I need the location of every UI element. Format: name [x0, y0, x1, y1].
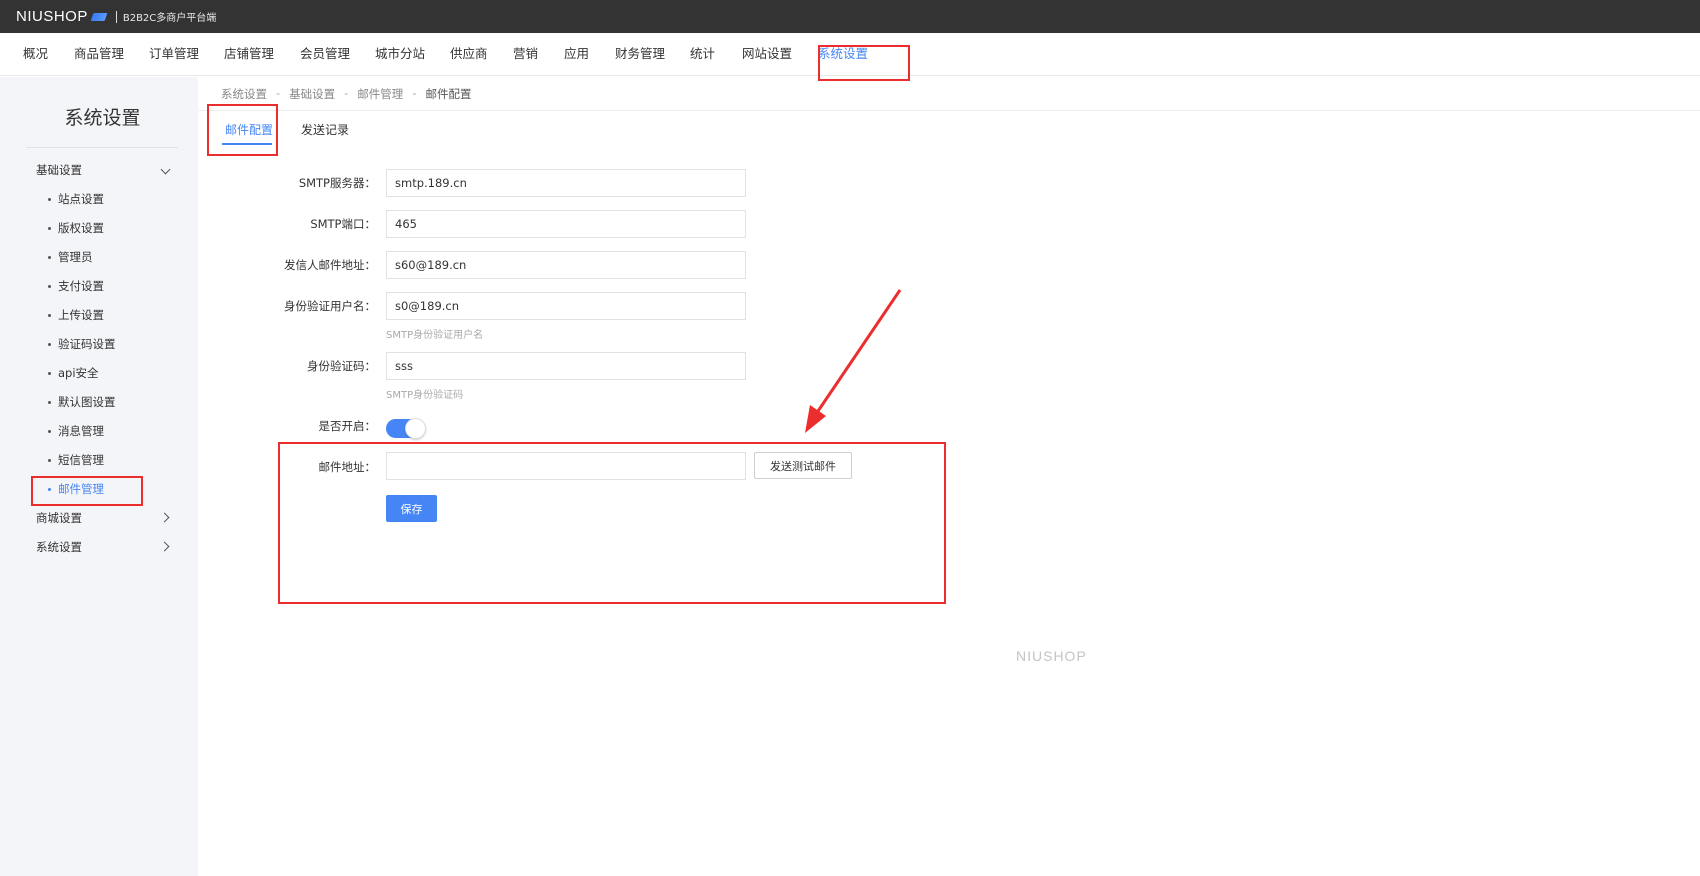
nav-item-marketing[interactable]: 营销 [513, 33, 538, 76]
smtp-port-input[interactable] [386, 210, 746, 238]
breadcrumb-current: 邮件配置 [425, 87, 472, 101]
sidebar-item-upload[interactable]: 上传设置 [48, 307, 104, 323]
sender-email-input[interactable] [386, 251, 746, 279]
bullet-icon [48, 313, 51, 317]
sender-email-label: 发信人邮件地址： [284, 258, 376, 272]
enabled-label: 是否开启： [318, 419, 377, 433]
nav-item-orders[interactable]: 订单管理 [149, 33, 199, 76]
nav-item-goods[interactable]: 商品管理 [74, 33, 124, 76]
sidebar-item-label: 短信管理 [58, 453, 104, 467]
annotation-box-test-email [278, 442, 946, 604]
breadcrumb-separator: - [412, 86, 417, 100]
sidebar-divider [26, 147, 178, 148]
bullet-icon [48, 342, 51, 346]
auth-username-hint: SMTP身份验证用户名 [386, 330, 484, 341]
nav-item-statistics[interactable]: 统计 [690, 33, 715, 76]
sidebar-group-basic[interactable]: 基础设置 [36, 162, 82, 178]
auth-code-hint: SMTP身份验证码 [386, 390, 464, 401]
sidebar-item-label: 支付设置 [58, 279, 104, 293]
nav-item-apps[interactable]: 应用 [564, 33, 589, 76]
sidebar-group-system[interactable]: 系统设置 [36, 539, 82, 555]
sidebar-title: 系统设置 [64, 107, 141, 129]
auth-username-label: 身份验证用户名： [284, 299, 376, 313]
logo-text: NIUSHOP [16, 8, 88, 25]
enabled-toggle[interactable] [386, 418, 426, 439]
nav-item-city-sites[interactable]: 城市分站 [375, 33, 425, 76]
sidebar-item-site[interactable]: 站点设置 [48, 191, 104, 207]
sidebar-item-messages[interactable]: 消息管理 [48, 423, 104, 439]
sidebar-item-default-image[interactable]: 默认图设置 [48, 394, 116, 410]
bullet-icon [48, 197, 51, 201]
smtp-port-label: SMTP端口： [310, 217, 376, 231]
breadcrumb-item[interactable]: 邮件管理 [357, 86, 403, 102]
bullet-icon [48, 371, 51, 375]
auth-code-label: 身份验证码： [307, 359, 376, 373]
chevron-right-icon[interactable] [159, 541, 170, 552]
bullet-icon [48, 400, 51, 404]
sidebar-item-label: 消息管理 [58, 424, 104, 438]
annotation-box-nav [818, 45, 910, 81]
niushop-logo[interactable]: NIUSHOP [16, 8, 116, 25]
bullet-icon [48, 284, 51, 288]
chevron-right-icon[interactable] [159, 512, 170, 523]
sidebar-item-copyright[interactable]: 版权设置 [48, 220, 104, 236]
breadcrumb: 系统设置 - 基础设置 - 邮件管理 - 邮件配置 [221, 86, 471, 102]
sidebar-item-label: 默认图设置 [58, 395, 116, 409]
sidebar-item-label: 上传设置 [58, 308, 104, 322]
sidebar-item-api-security[interactable]: api安全 [48, 365, 99, 381]
bullet-icon [48, 226, 51, 230]
breadcrumb-separator: - [276, 86, 281, 100]
auth-username-input[interactable] [386, 292, 746, 320]
breadcrumb-divider [198, 110, 1700, 111]
sidebar-item-label: 验证码设置 [58, 337, 116, 351]
logo-mark-icon [92, 12, 106, 22]
sidebar-item-captcha[interactable]: 验证码设置 [48, 336, 116, 352]
top-bar: NIUSHOP B2B2C多商户平台端 [0, 0, 1700, 33]
sidebar-item-label: 管理员 [58, 250, 93, 264]
nav-item-suppliers[interactable]: 供应商 [450, 33, 488, 76]
auth-code-input[interactable] [386, 352, 746, 380]
bullet-icon [48, 458, 51, 462]
platform-name: B2B2C多商户平台端 [122, 13, 217, 24]
nav-item-finance[interactable]: 财务管理 [615, 33, 665, 76]
breadcrumb-item[interactable]: 基础设置 [289, 86, 335, 102]
nav-item-website[interactable]: 网站设置 [742, 33, 792, 76]
sidebar-group-mall[interactable]: 商城设置 [36, 510, 82, 526]
sidebar-item-sms[interactable]: 短信管理 [48, 452, 104, 468]
annotation-box-tab [207, 104, 278, 156]
sidebar-item-label: api安全 [58, 366, 99, 380]
breadcrumb-separator: - [344, 86, 349, 100]
smtp-server-input[interactable] [386, 169, 746, 197]
nav-item-shops[interactable]: 店铺管理 [224, 33, 274, 76]
toggle-knob [405, 418, 426, 439]
bullet-icon [48, 429, 51, 433]
sidebar-item-label: 站点设置 [58, 192, 104, 206]
annotation-box-sidebar [31, 476, 143, 506]
sidebar-item-payment[interactable]: 支付设置 [48, 278, 104, 294]
footer-watermark: NIUSHOP [1016, 648, 1087, 664]
nav-item-overview[interactable]: 概况 [23, 33, 48, 76]
nav-item-members[interactable]: 会员管理 [300, 33, 350, 76]
breadcrumb-item[interactable]: 系统设置 [221, 86, 267, 102]
smtp-server-label: SMTP服务器： [298, 176, 376, 190]
tab-send-records[interactable]: 发送记录 [301, 121, 349, 138]
sidebar-item-label: 版权设置 [58, 221, 104, 235]
chevron-down-icon[interactable] [160, 164, 171, 175]
sidebar-item-admin[interactable]: 管理员 [48, 249, 93, 265]
bullet-icon [48, 255, 51, 259]
logo-divider [115, 10, 117, 23]
